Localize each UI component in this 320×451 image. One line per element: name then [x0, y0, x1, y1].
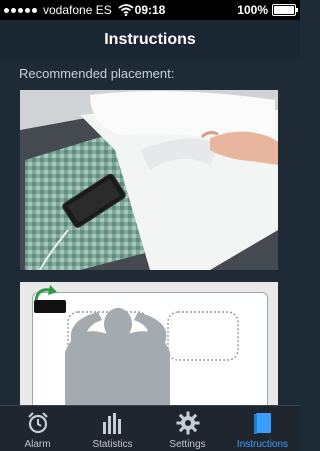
navigation-bar: Instructions: [0, 20, 300, 60]
arrow-icon: [34, 288, 51, 301]
placement-diagram: [20, 282, 278, 405]
section-label: Recommended placement:: [19, 66, 175, 81]
bed-diagram-illustration: [34, 285, 239, 405]
status-bar: vodafone ES 09:18 100%: [0, 0, 300, 20]
status-right: 100%: [237, 0, 298, 20]
tab-statistics[interactable]: Statistics: [75, 406, 150, 451]
tab-settings[interactable]: Settings: [150, 406, 225, 451]
book-icon: [253, 413, 271, 434]
phone-icon: [34, 300, 66, 313]
battery-percent: 100%: [237, 3, 268, 17]
bar-chart-icon: [102, 413, 121, 434]
gear-icon: [176, 411, 199, 435]
tab-alarm-label: Alarm: [24, 439, 51, 450]
placement-photo: [20, 90, 278, 270]
phone-on-bed-photo: [20, 90, 278, 270]
instructions-content: Recommended placement:: [0, 60, 300, 405]
sleeper-silhouette: [65, 308, 170, 405]
page-title: Instructions: [104, 31, 196, 48]
tab-statistics-label: Statistics: [92, 439, 133, 450]
battery-icon: [272, 4, 298, 16]
tab-instructions-label: Instructions: [236, 439, 289, 450]
tab-settings-label: Settings: [169, 439, 206, 450]
alarm-clock-icon: [27, 412, 48, 434]
pillow-right: [167, 311, 239, 361]
tab-alarm[interactable]: Alarm: [0, 406, 75, 451]
tab-bar: Alarm Statistics Settings Instructions: [0, 405, 300, 451]
tab-instructions[interactable]: Instructions: [225, 406, 300, 451]
